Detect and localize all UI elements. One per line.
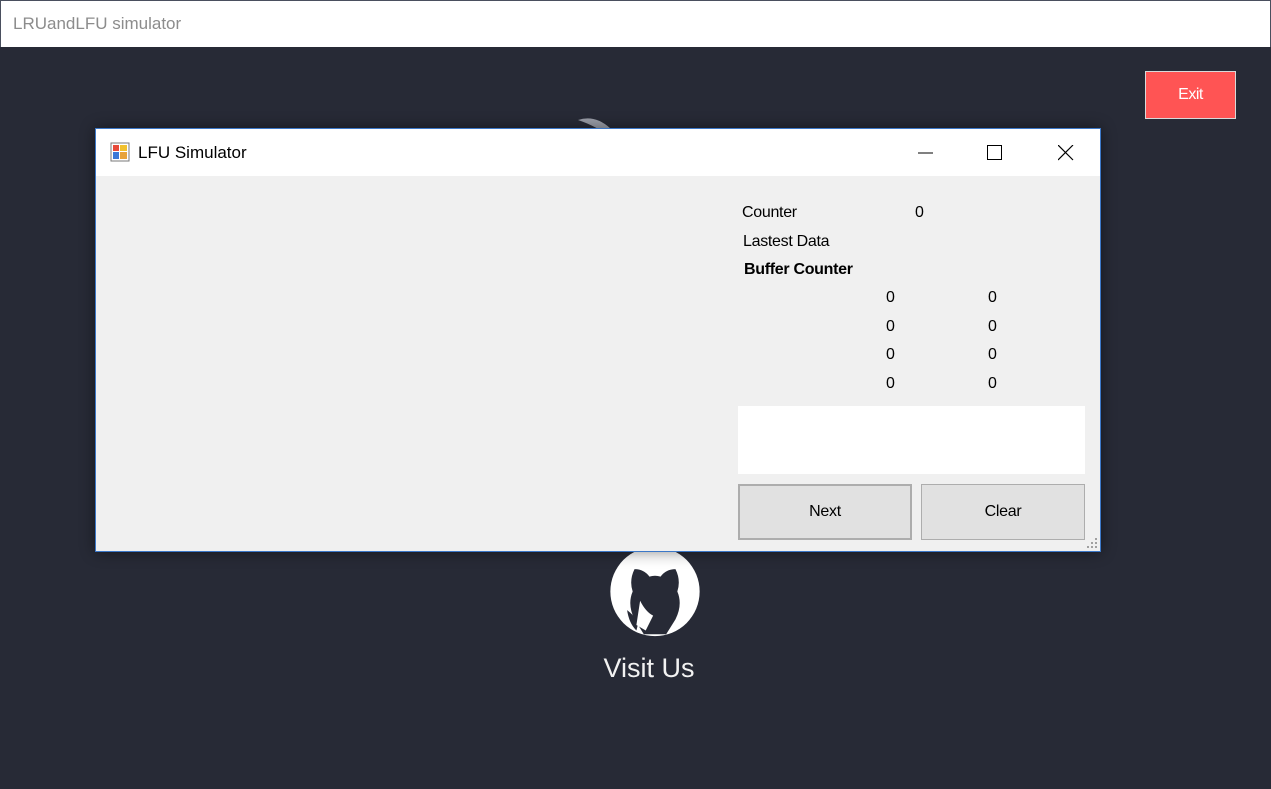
dialog-titlebar[interactable]: LFU Simulator	[96, 129, 1100, 176]
buffer-count: 0	[988, 346, 997, 363]
next-button[interactable]: Next	[738, 484, 912, 540]
buffer-value: 0	[886, 318, 895, 335]
resize-grip-icon[interactable]	[1086, 537, 1098, 549]
latest-data-label: Lastest Data	[743, 233, 830, 250]
github-link[interactable]: Visit Us	[597, 545, 713, 695]
minimize-icon	[918, 152, 933, 154]
buffer-count: 0	[988, 289, 997, 306]
main-window-title: LRUandLFU simulator	[13, 14, 182, 33]
counter-value: 0	[915, 204, 924, 221]
clear-button[interactable]: Clear	[921, 484, 1085, 540]
buffer-count: 0	[988, 375, 997, 392]
exit-button[interactable]: Exit	[1145, 71, 1236, 119]
counter-label: Counter	[742, 204, 797, 221]
minimize-button[interactable]	[891, 129, 960, 176]
app-icon	[110, 142, 130, 162]
github-icon[interactable]	[606, 545, 704, 638]
close-button[interactable]	[1031, 129, 1100, 176]
output-textbox[interactable]	[738, 406, 1085, 474]
close-icon	[1058, 145, 1074, 161]
lfu-simulator-dialog: LFU Simulator Counter 0 Lastest Data Buf…	[95, 128, 1101, 552]
main-titlebar: LRUandLFU simulator	[0, 0, 1271, 47]
maximize-button[interactable]	[960, 129, 1029, 176]
visit-us-label[interactable]: Visit Us	[597, 653, 701, 684]
buffer-value: 0	[886, 346, 895, 363]
buffer-value: 0	[886, 375, 895, 392]
buffer-value: 0	[886, 289, 895, 306]
buffer-count: 0	[988, 318, 997, 335]
maximize-icon	[987, 145, 1002, 160]
dialog-title: LFU Simulator	[138, 143, 247, 162]
buffer-counter-heading: Buffer Counter	[744, 261, 853, 278]
